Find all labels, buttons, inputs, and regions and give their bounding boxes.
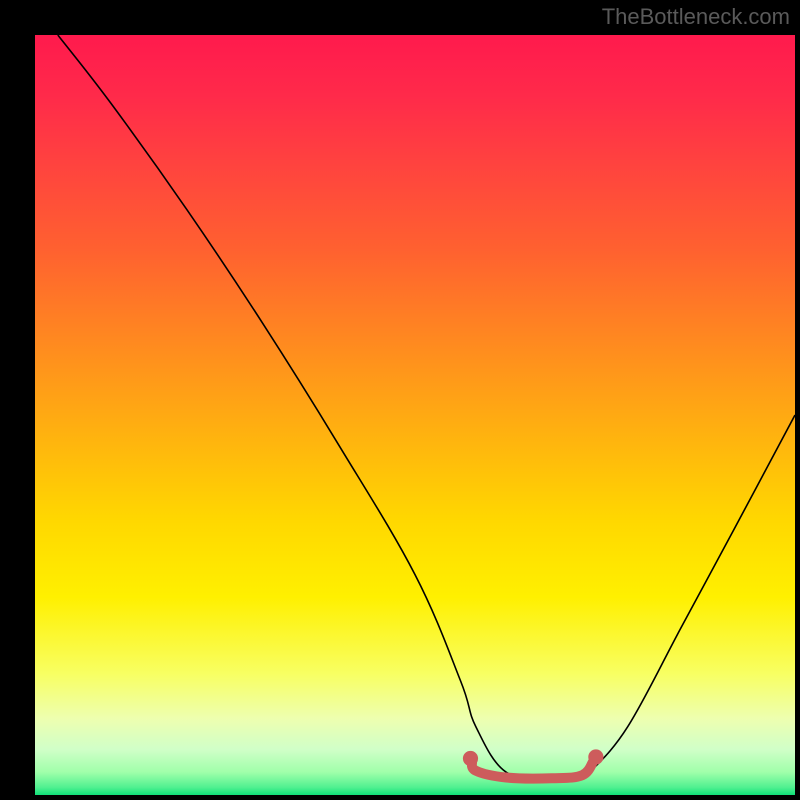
plot-area bbox=[35, 35, 795, 795]
chart-svg bbox=[35, 35, 795, 795]
highlight-segment bbox=[472, 761, 594, 779]
highlight-end-dot bbox=[588, 749, 603, 764]
highlight-start-dot bbox=[463, 751, 478, 766]
watermark-text: TheBottleneck.com bbox=[602, 4, 790, 30]
main-curve bbox=[58, 35, 795, 779]
